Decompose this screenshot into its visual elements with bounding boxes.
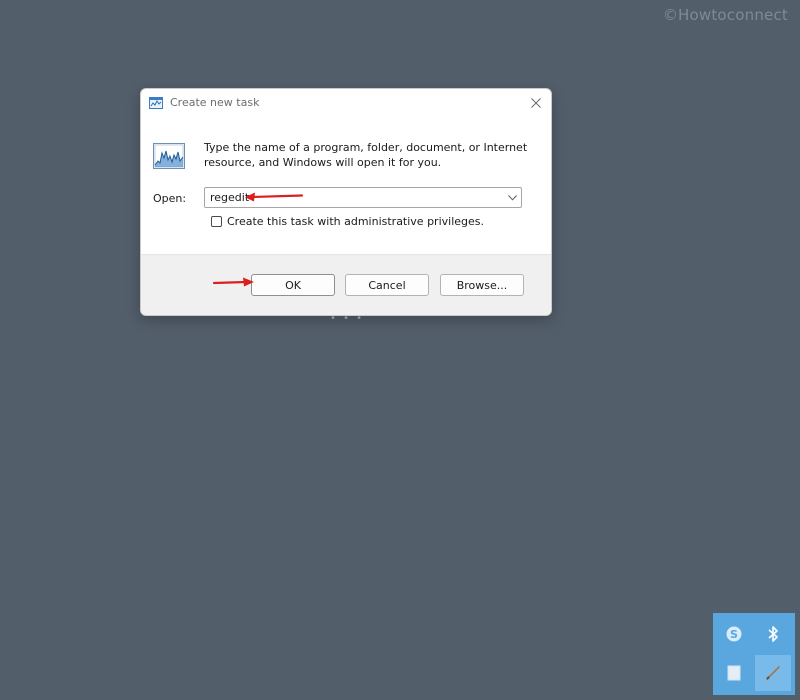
open-combobox[interactable]: [204, 187, 522, 208]
dialog-title: Create new task: [170, 96, 260, 109]
cancel-button[interactable]: Cancel: [345, 274, 429, 296]
admin-privileges-checkbox[interactable]: [211, 216, 222, 227]
ellipsis-marker: • • •: [330, 313, 365, 324]
tray-item-tablet[interactable]: [716, 655, 752, 691]
open-dropdown-button[interactable]: [503, 188, 521, 207]
ok-button[interactable]: OK: [251, 274, 335, 296]
skype-icon: S: [726, 626, 742, 642]
tray-item-skype[interactable]: S: [716, 616, 752, 652]
close-button[interactable]: [521, 89, 551, 117]
tablet-icon: [727, 665, 741, 681]
svg-text:S: S: [730, 628, 738, 641]
dialog-titlebar[interactable]: Create new task: [141, 89, 551, 119]
open-input[interactable]: [210, 190, 490, 205]
admin-privileges-row[interactable]: Create this task with administrative pri…: [211, 215, 484, 228]
create-new-task-dialog: Create new task Type the name of a progr…: [140, 88, 552, 316]
performance-graph-icon: [153, 143, 185, 169]
open-label: Open:: [153, 192, 187, 205]
watermark: ©Howtoconnect: [662, 6, 788, 24]
pen-icon: [766, 666, 780, 680]
tray-item-bluetooth[interactable]: [755, 616, 791, 652]
dialog-description: Type the name of a program, folder, docu…: [204, 141, 528, 169]
browse-button[interactable]: Browse...: [440, 274, 524, 296]
close-icon: [531, 98, 541, 108]
bluetooth-icon: [768, 626, 778, 642]
dialog-content: Type the name of a program, folder, docu…: [141, 119, 551, 254]
system-tray-flyout: S: [713, 613, 795, 695]
admin-privileges-label[interactable]: Create this task with administrative pri…: [227, 215, 484, 228]
chevron-down-icon: [507, 194, 517, 201]
task-manager-icon: [149, 97, 163, 109]
dialog-footer: OK Cancel Browse...: [141, 254, 551, 315]
tray-item-pen[interactable]: [755, 655, 791, 691]
